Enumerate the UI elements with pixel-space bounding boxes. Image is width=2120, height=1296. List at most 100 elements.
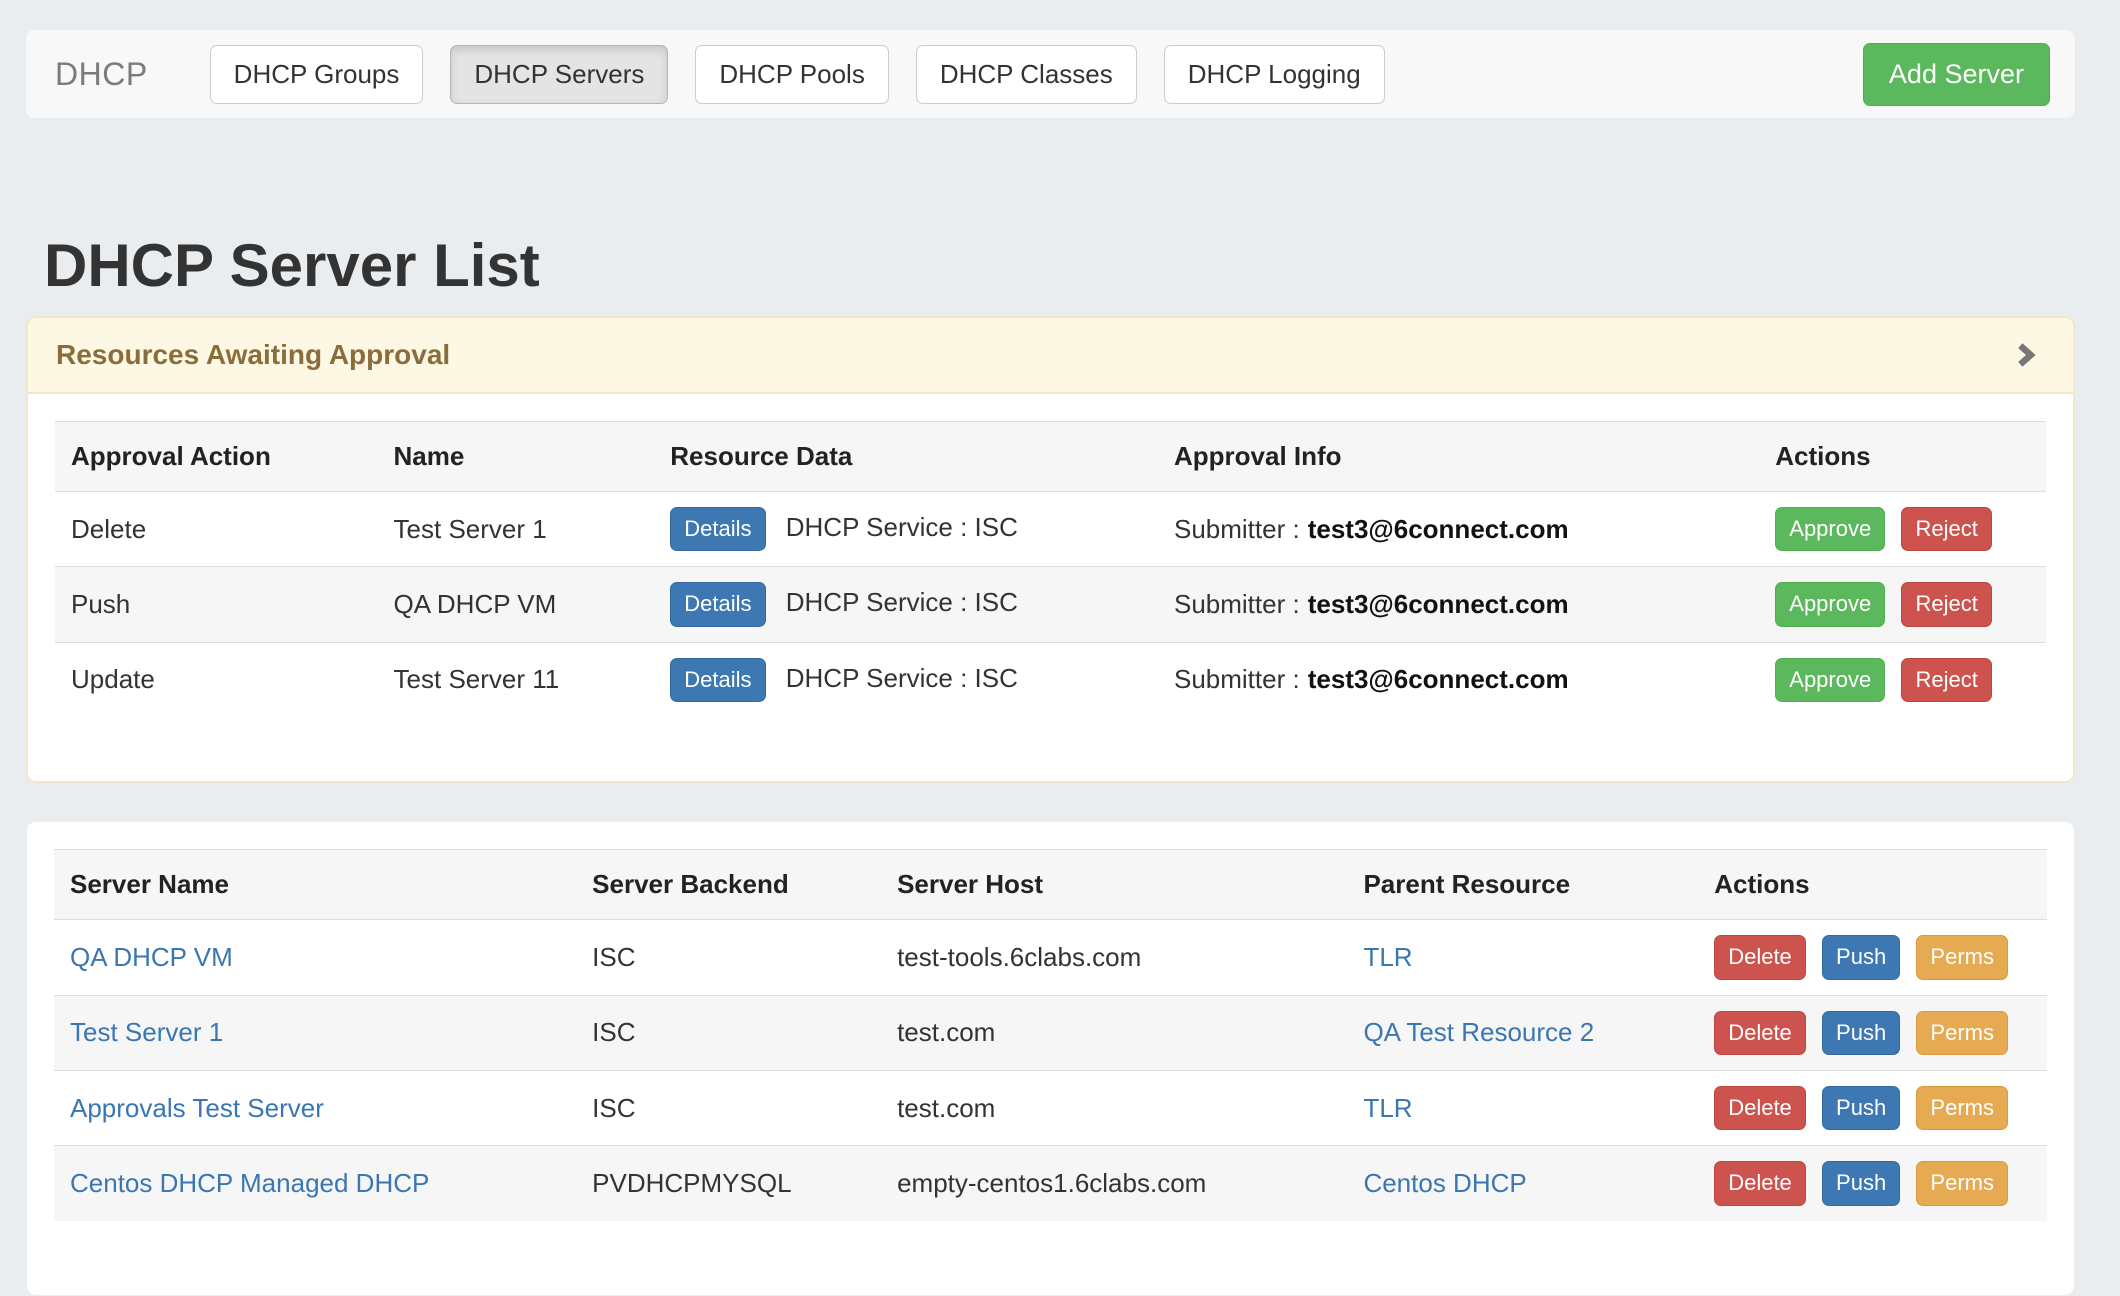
push-button[interactable]: Push (1822, 1161, 1900, 1205)
add-server-button[interactable]: Add Server (1863, 43, 2050, 106)
column-header-name: Name (378, 422, 655, 492)
server-host-cell: empty-centos1.6clabs.com (881, 1146, 1347, 1221)
approval-panel-body: Approval Action Name Resource Data Appro… (28, 394, 2073, 781)
resource-data-text: DHCP Service : ISC (786, 512, 1018, 542)
delete-button[interactable]: Delete (1714, 935, 1806, 979)
perms-button[interactable]: Perms (1916, 1011, 2008, 1055)
server-name-link[interactable]: Approvals Test Server (70, 1093, 324, 1123)
resource-data-cell: Details DHCP Service : ISC (654, 492, 1158, 567)
resource-data-cell: Details DHCP Service : ISC (654, 567, 1158, 642)
server-name-link[interactable]: QA DHCP VM (70, 942, 233, 972)
approval-row: Update Test Server 11 Details DHCP Servi… (55, 642, 2046, 717)
column-header-server-host: Server Host (881, 850, 1347, 920)
approve-button[interactable]: Approve (1775, 507, 1885, 551)
approve-button[interactable]: Approve (1775, 582, 1885, 626)
approval-name-cell: Test Server 1 (378, 492, 655, 567)
approval-panel-title: Resources Awaiting Approval (56, 339, 450, 371)
server-row: Centos DHCP Managed DHCP PVDHCPMYSQL emp… (54, 1146, 2047, 1221)
server-actions-cell: Delete Push Perms (1698, 1146, 2047, 1221)
server-row: QA DHCP VM ISC test-tools.6clabs.com TLR… (54, 920, 2047, 995)
parent-resource-link[interactable]: TLR (1363, 1093, 1412, 1123)
approvals-table: Approval Action Name Resource Data Appro… (55, 421, 2046, 717)
push-button[interactable]: Push (1822, 935, 1900, 979)
server-actions-cell: Delete Push Perms (1698, 920, 2047, 995)
tab-dhcp-pools[interactable]: DHCP Pools (695, 45, 888, 104)
reject-button[interactable]: Reject (1901, 507, 1991, 551)
reject-button[interactable]: Reject (1901, 658, 1991, 702)
server-host-cell: test.com (881, 1070, 1347, 1145)
perms-button[interactable]: Perms (1916, 1086, 2008, 1130)
push-button[interactable]: Push (1822, 1086, 1900, 1130)
server-list-panel: Server Name Server Backend Server Host P… (26, 821, 2075, 1296)
servers-header-row: Server Name Server Backend Server Host P… (54, 850, 2047, 920)
details-button[interactable]: Details (670, 658, 765, 702)
delete-button[interactable]: Delete (1714, 1086, 1806, 1130)
column-header-parent-resource: Parent Resource (1347, 850, 1698, 920)
chevron-right-icon[interactable] (2011, 338, 2039, 372)
server-backend-cell: PVDHCPMYSQL (576, 1146, 881, 1221)
navbar-tabs: DHCP Groups DHCP Servers DHCP Pools DHCP… (210, 45, 1385, 104)
server-name-cell: Test Server 1 (54, 995, 576, 1070)
approval-info-cell: Submitter : test3@6connect.com (1158, 642, 1759, 717)
approval-row: Push QA DHCP VM Details DHCP Service : I… (55, 567, 2046, 642)
tab-dhcp-logging[interactable]: DHCP Logging (1164, 45, 1385, 104)
parent-resource-cell: QA Test Resource 2 (1347, 995, 1698, 1070)
server-name-cell: Centos DHCP Managed DHCP (54, 1146, 576, 1221)
delete-button[interactable]: Delete (1714, 1011, 1806, 1055)
column-header-actions: Actions (1698, 850, 2047, 920)
perms-button[interactable]: Perms (1916, 935, 2008, 979)
approval-name-cell: QA DHCP VM (378, 567, 655, 642)
navbar-brand: DHCP (55, 56, 148, 93)
server-backend-cell: ISC (576, 995, 881, 1070)
server-name-link[interactable]: Centos DHCP Managed DHCP (70, 1168, 429, 1198)
server-host-cell: test.com (881, 995, 1347, 1070)
resource-data-cell: Details DHCP Service : ISC (654, 642, 1158, 717)
server-row: Test Server 1 ISC test.com QA Test Resou… (54, 995, 2047, 1070)
approval-action-cell: Delete (55, 492, 378, 567)
push-button[interactable]: Push (1822, 1011, 1900, 1055)
approval-row: Delete Test Server 1 Details DHCP Servic… (55, 492, 2046, 567)
server-name-link[interactable]: Test Server 1 (70, 1017, 223, 1047)
tab-dhcp-servers[interactable]: DHCP Servers (450, 45, 668, 104)
submitter-label: Submitter : (1174, 664, 1300, 694)
dhcp-navbar: DHCP DHCP Groups DHCP Servers DHCP Pools… (26, 30, 2075, 118)
column-header-resource-data: Resource Data (654, 422, 1158, 492)
servers-table: Server Name Server Backend Server Host P… (54, 849, 2047, 1221)
resources-awaiting-approval-panel: Resources Awaiting Approval Approval Act… (26, 316, 2075, 783)
submitter-email: test3@6connect.com (1308, 589, 1569, 619)
server-backend-cell: ISC (576, 1070, 881, 1145)
approval-panel-header: Resources Awaiting Approval (28, 318, 2073, 394)
page-container: DHCP DHCP Groups DHCP Servers DHCP Pools… (26, 30, 2075, 1296)
submitter-email: test3@6connect.com (1308, 664, 1569, 694)
perms-button[interactable]: Perms (1916, 1161, 2008, 1205)
tab-dhcp-classes[interactable]: DHCP Classes (916, 45, 1137, 104)
approval-name-cell: Test Server 11 (378, 642, 655, 717)
approve-button[interactable]: Approve (1775, 658, 1885, 702)
approval-info-cell: Submitter :test3@6connect.com (1158, 492, 1759, 567)
reject-button[interactable]: Reject (1901, 582, 1991, 626)
details-button[interactable]: Details (670, 582, 765, 626)
parent-resource-link[interactable]: Centos DHCP (1363, 1168, 1526, 1198)
server-name-cell: Approvals Test Server (54, 1070, 576, 1145)
column-header-server-name: Server Name (54, 850, 576, 920)
tab-dhcp-groups[interactable]: DHCP Groups (210, 45, 424, 104)
parent-resource-link[interactable]: QA Test Resource 2 (1363, 1017, 1594, 1047)
parent-resource-link[interactable]: TLR (1363, 942, 1412, 972)
server-backend-cell: ISC (576, 920, 881, 995)
column-header-server-backend: Server Backend (576, 850, 881, 920)
resource-data-text: DHCP Service : ISC (786, 587, 1018, 617)
parent-resource-cell: TLR (1347, 920, 1698, 995)
column-header-approval-action: Approval Action (55, 422, 378, 492)
resource-data-text: DHCP Service : ISC (786, 663, 1018, 693)
submitter-label: Submitter : (1174, 589, 1300, 619)
approvals-header-row: Approval Action Name Resource Data Appro… (55, 422, 2046, 492)
approval-actions-cell: Approve Reject (1759, 492, 2046, 567)
server-actions-cell: Delete Push Perms (1698, 1070, 2047, 1145)
column-header-actions: Actions (1759, 422, 2046, 492)
approval-action-cell: Update (55, 642, 378, 717)
delete-button[interactable]: Delete (1714, 1161, 1806, 1205)
details-button[interactable]: Details (670, 507, 765, 551)
server-actions-cell: Delete Push Perms (1698, 995, 2047, 1070)
parent-resource-cell: Centos DHCP (1347, 1146, 1698, 1221)
approval-info-cell: Submitter : test3@6connect.com (1158, 567, 1759, 642)
